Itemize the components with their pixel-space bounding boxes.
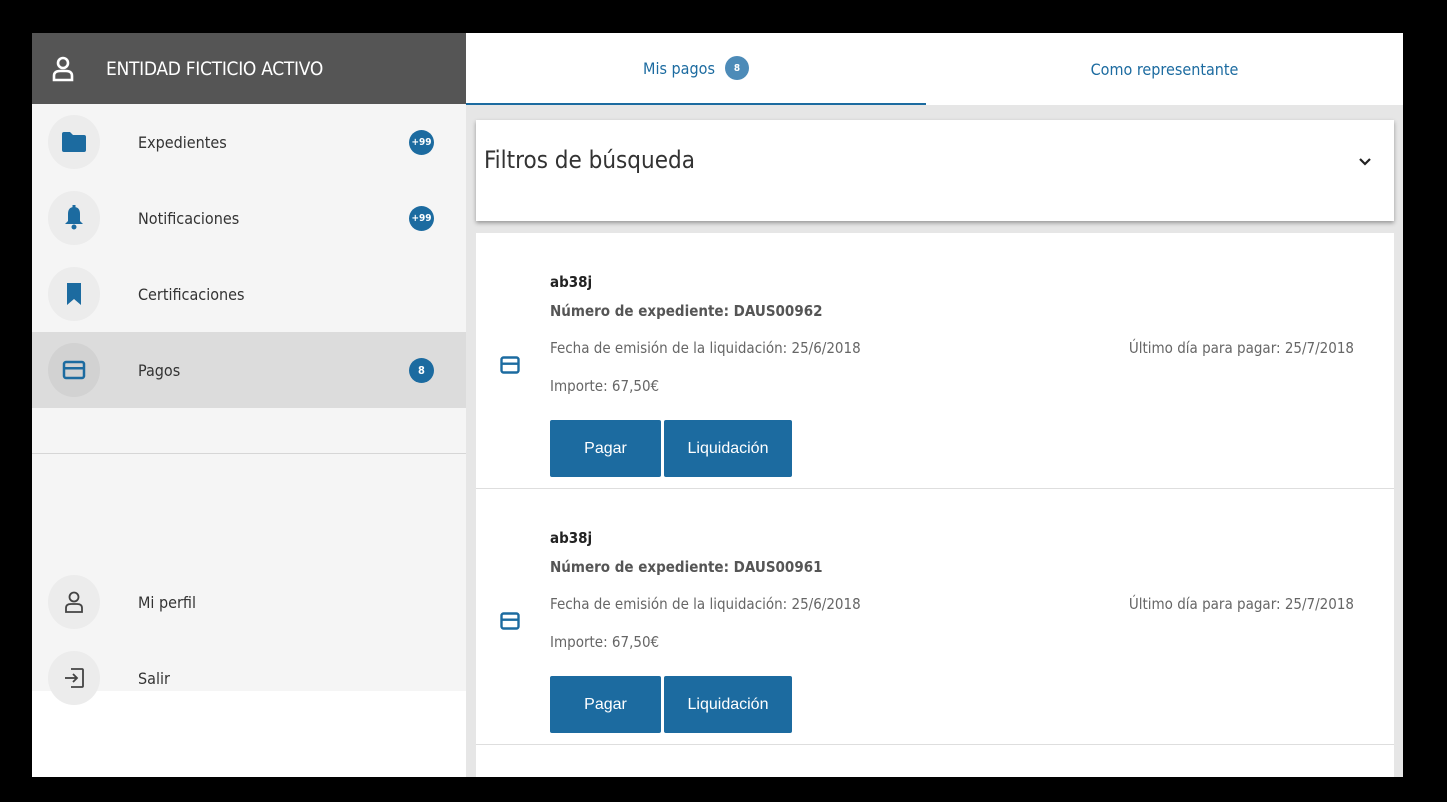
filters-title: Filtros de búsqueda bbox=[484, 146, 695, 174]
tab-label: Mis pagos bbox=[643, 58, 715, 78]
tab-label: Como representante bbox=[1090, 59, 1239, 79]
tab-bar: Mis pagos 8 Como representante bbox=[466, 33, 1403, 105]
list-item: ab38j Número de expediente: DAUS00961 Fe… bbox=[476, 489, 1394, 745]
liquidation-button[interactable]: Liquidación bbox=[664, 420, 792, 477]
pay-button[interactable]: Pagar bbox=[550, 420, 661, 477]
entity-name: ENTIDAD FICTICIO ACTIVO bbox=[106, 57, 323, 80]
sidebar-nav: Expedientes +99 Notificaciones +99 Certi… bbox=[32, 104, 466, 705]
logout-icon bbox=[48, 651, 100, 705]
count-badge: 8 bbox=[724, 56, 749, 80]
amount: Importe: 67,50€ bbox=[550, 633, 660, 651]
search-filters-panel[interactable]: Filtros de búsqueda bbox=[476, 120, 1394, 221]
divider bbox=[32, 453, 466, 454]
user-icon bbox=[48, 575, 100, 629]
expediente-number: Número de expediente: DAUS00962 bbox=[550, 302, 823, 320]
due-date: Último día para pagar: 25/7/2018 bbox=[1128, 595, 1354, 613]
expediente-number: Número de expediente: DAUS00961 bbox=[550, 558, 823, 576]
issue-date: Fecha de emisión de la liquidación: 25/6… bbox=[550, 595, 861, 613]
sidebar-item-salir[interactable]: Salir bbox=[32, 640, 466, 716]
sidebar-header: ENTIDAD FICTICIO ACTIVO bbox=[32, 33, 466, 104]
pay-button[interactable]: Pagar bbox=[550, 676, 661, 733]
issue-date: Fecha de emisión de la liquidación: 25/6… bbox=[550, 339, 861, 357]
sidebar-item-label: Expedientes bbox=[138, 132, 227, 152]
list-item: ab38j Número de expediente: DAUS00962 Fe… bbox=[476, 233, 1394, 489]
sidebar-item-label: Notificaciones bbox=[138, 208, 240, 228]
count-badge: 8 bbox=[409, 358, 434, 383]
app-window: ENTIDAD FICTICIO ACTIVO Expedientes +99 … bbox=[32, 33, 1403, 777]
bell-icon bbox=[48, 191, 100, 245]
sidebar-item-certificaciones[interactable]: Certificaciones bbox=[32, 256, 466, 332]
count-badge: +99 bbox=[409, 206, 434, 231]
amount: Importe: 67,50€ bbox=[550, 377, 660, 395]
payments-list: ab38j Número de expediente: DAUS00962 Fe… bbox=[476, 233, 1394, 777]
payment-code: ab38j bbox=[550, 273, 593, 291]
sidebar-item-label: Mi perfil bbox=[138, 592, 196, 612]
sidebar-item-mi-perfil[interactable]: Mi perfil bbox=[32, 564, 466, 640]
bookmark-icon bbox=[48, 267, 100, 321]
count-badge: +99 bbox=[409, 130, 434, 155]
tab-como-representante[interactable]: Como representante bbox=[926, 33, 1403, 105]
sidebar-item-label: Certificaciones bbox=[138, 284, 245, 304]
sidebar-item-notificaciones[interactable]: Notificaciones +99 bbox=[32, 180, 466, 256]
chevron-down-icon bbox=[1359, 158, 1371, 166]
liquidation-button[interactable]: Liquidación bbox=[664, 676, 792, 733]
sidebar-item-expedientes[interactable]: Expedientes +99 bbox=[32, 104, 466, 180]
user-icon bbox=[52, 56, 74, 81]
sidebar-item-label: Salir bbox=[138, 668, 170, 688]
sidebar: ENTIDAD FICTICIO ACTIVO Expedientes +99 … bbox=[32, 33, 466, 777]
payment-code: ab38j bbox=[550, 529, 593, 547]
tab-mis-pagos[interactable]: Mis pagos 8 bbox=[466, 33, 926, 105]
sidebar-item-label: Pagos bbox=[138, 360, 181, 380]
credit-card-icon bbox=[500, 612, 520, 630]
credit-card-icon bbox=[500, 356, 520, 374]
folder-icon bbox=[48, 115, 100, 169]
due-date: Último día para pagar: 25/7/2018 bbox=[1128, 339, 1354, 357]
main-content: Mis pagos 8 Como representante Filtros d… bbox=[466, 33, 1403, 777]
credit-card-icon bbox=[48, 343, 100, 397]
sidebar-item-pagos[interactable]: Pagos 8 bbox=[32, 332, 466, 408]
